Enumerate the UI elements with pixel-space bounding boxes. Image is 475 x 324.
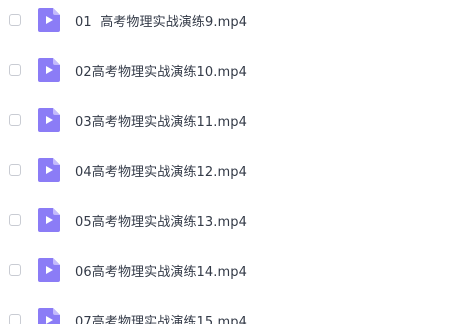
file-checkbox[interactable] xyxy=(9,214,21,226)
file-name[interactable]: 07高考物理实战演练15.mp4 xyxy=(75,311,247,324)
file-list: 01 高考物理实战演练9.mp4 02高考物理实战演练10.mp4 03高考物理… xyxy=(0,0,475,324)
file-checkbox[interactable] xyxy=(9,314,21,324)
file-row[interactable]: 06高考物理实战演练14.mp4 xyxy=(0,250,475,290)
file-checkbox[interactable] xyxy=(9,164,21,176)
file-name[interactable]: 02高考物理实战演练10.mp4 xyxy=(75,61,247,80)
file-row[interactable]: 05高考物理实战演练13.mp4 xyxy=(0,200,475,240)
video-file-icon xyxy=(38,258,60,282)
file-row[interactable]: 01 高考物理实战演练9.mp4 xyxy=(0,0,475,40)
file-row[interactable]: 04高考物理实战演练12.mp4 xyxy=(0,150,475,190)
file-name[interactable]: 05高考物理实战演练13.mp4 xyxy=(75,211,247,230)
file-name[interactable]: 06高考物理实战演练14.mp4 xyxy=(75,261,247,280)
video-file-icon xyxy=(38,158,60,182)
file-row[interactable]: 02高考物理实战演练10.mp4 xyxy=(0,50,475,90)
file-checkbox[interactable] xyxy=(9,114,21,126)
file-checkbox[interactable] xyxy=(9,264,21,276)
file-name[interactable]: 01 高考物理实战演练9.mp4 xyxy=(75,11,247,30)
file-row[interactable]: 03高考物理实战演练11.mp4 xyxy=(0,100,475,140)
file-checkbox[interactable] xyxy=(9,14,21,26)
video-file-icon xyxy=(38,8,60,32)
video-file-icon xyxy=(38,58,60,82)
file-row[interactable]: 07高考物理实战演练15.mp4 xyxy=(0,300,475,324)
file-name[interactable]: 04高考物理实战演练12.mp4 xyxy=(75,161,247,180)
video-file-icon xyxy=(38,308,60,324)
video-file-icon xyxy=(38,108,60,132)
video-file-icon xyxy=(38,208,60,232)
file-checkbox[interactable] xyxy=(9,64,21,76)
file-name[interactable]: 03高考物理实战演练11.mp4 xyxy=(75,111,247,130)
